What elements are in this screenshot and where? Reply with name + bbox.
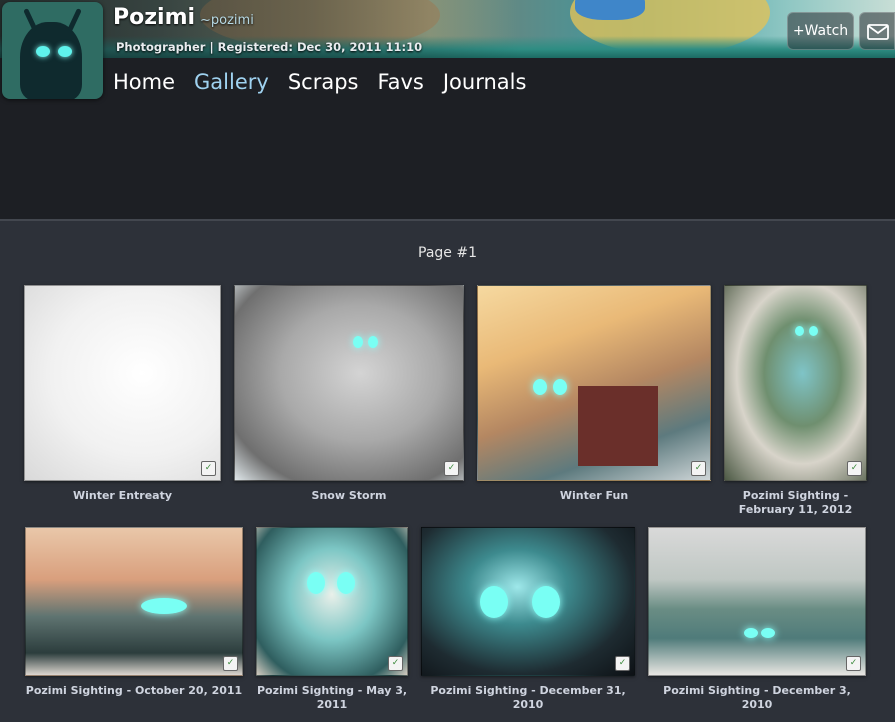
- nav-scraps[interactable]: Scraps: [288, 67, 359, 97]
- gallery-caption[interactable]: Pozimi Sighting - February 11, 2012: [724, 489, 867, 517]
- page-number-label: Page #1: [418, 245, 477, 261]
- envelope-icon: [867, 24, 889, 40]
- gallery-thumbnail[interactable]: ✓: [24, 285, 221, 481]
- gallery-thumbnail[interactable]: ✓: [648, 527, 866, 676]
- gallery-caption[interactable]: Winter Fun: [477, 489, 711, 503]
- image-type-icon: ✓: [615, 656, 630, 671]
- gallery-caption[interactable]: Winter Entreaty: [24, 489, 221, 503]
- nav-home[interactable]: Home: [113, 67, 175, 97]
- image-type-icon: ✓: [388, 656, 403, 671]
- nav-gallery[interactable]: Gallery: [194, 67, 269, 97]
- gallery-caption[interactable]: Pozimi Sighting - December 3, 2010: [648, 684, 866, 712]
- profile-name[interactable]: Pozimi: [113, 5, 195, 30]
- send-note-button[interactable]: [859, 12, 895, 50]
- gallery-thumbnail[interactable]: ✓: [421, 527, 635, 676]
- header-divider: [0, 219, 895, 221]
- gallery-caption[interactable]: Pozimi Sighting - December 31, 2010: [421, 684, 635, 712]
- gallery-caption[interactable]: Pozimi Sighting - October 20, 2011: [25, 684, 243, 698]
- gallery-caption[interactable]: Snow Storm: [234, 489, 464, 503]
- nav-journals[interactable]: Journals: [443, 67, 527, 97]
- profile-subline: Photographer | Registered: Dec 30, 2011 …: [116, 40, 423, 54]
- image-type-icon: ✓: [223, 656, 238, 671]
- profile-handle: ~pozimi: [200, 13, 254, 28]
- gallery-thumbnail[interactable]: ✓: [25, 527, 243, 676]
- gallery-thumbnail[interactable]: ✓: [724, 285, 867, 481]
- avatar[interactable]: [2, 2, 103, 99]
- gallery-thumbnail[interactable]: ✓: [477, 285, 711, 481]
- image-type-icon: ✓: [846, 656, 861, 671]
- image-type-icon: ✓: [847, 461, 862, 476]
- profile-header: Pozimi ~pozimi Photographer | Registered…: [0, 0, 895, 220]
- image-type-icon: ✓: [691, 461, 706, 476]
- nav-favs[interactable]: Favs: [377, 67, 423, 97]
- watch-button[interactable]: +Watch: [787, 12, 854, 50]
- gallery-caption[interactable]: Pozimi Sighting - May 3, 2011: [256, 684, 408, 712]
- profile-nav: Home Gallery Scraps Favs Journals: [113, 67, 526, 97]
- image-type-icon: ✓: [444, 461, 459, 476]
- image-type-icon: ✓: [201, 461, 216, 476]
- gallery-thumbnail[interactable]: ✓: [256, 527, 408, 676]
- gallery-thumbnail[interactable]: ✓: [234, 285, 464, 481]
